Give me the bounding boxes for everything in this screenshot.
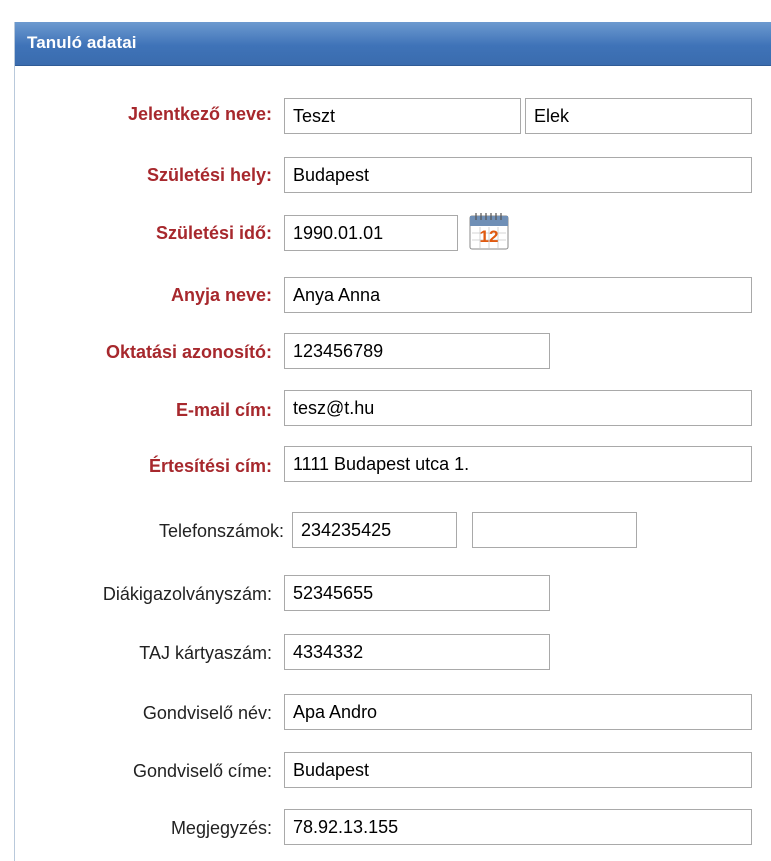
applicant-last-name-input[interactable]: Elek <box>525 98 752 134</box>
student-data-panel: Tanuló adatai <box>14 22 771 861</box>
note-input[interactable]: 78.92.13.155 <box>284 809 752 845</box>
mother-name-label: Anyja neve: <box>170 285 272 305</box>
phone-number-2-input[interactable] <box>472 512 637 548</box>
note-label: Megjegyzés: <box>170 818 272 838</box>
education-id-label: Oktatási azonosító: <box>105 342 272 362</box>
notification-address-input[interactable]: 1111 Budapest utca 1. <box>284 446 752 482</box>
panel-header: Tanuló adatai <box>15 22 771 66</box>
birth-date-label: Születési idő: <box>155 223 272 243</box>
birth-date-input[interactable]: 1990.01.01 <box>284 215 458 251</box>
student-card-label: Diákigazolványszám: <box>102 584 272 604</box>
email-label: E-mail cím: <box>175 400 272 420</box>
birth-place-label: Születési hely: <box>146 165 272 185</box>
taj-card-label: TAJ kártyaszám: <box>139 643 272 663</box>
panel-title: Tanuló adatai <box>27 33 137 52</box>
email-input[interactable]: tesz@t.hu <box>284 390 752 426</box>
guardian-name-input[interactable]: Apa Andro <box>284 694 752 730</box>
guardian-address-input[interactable]: Budapest <box>284 752 752 788</box>
taj-card-input[interactable]: 4334332 <box>284 634 550 670</box>
guardian-name-label: Gondviselő név: <box>142 703 272 723</box>
mother-name-input[interactable]: Anya Anna <box>284 277 752 313</box>
guardian-address-label: Gondviselő címe: <box>132 761 272 781</box>
calendar-icon[interactable]: 12 <box>468 211 510 251</box>
applicant-name-label: Jelentkező neve: <box>127 104 272 124</box>
student-card-input[interactable]: 52345655 <box>284 575 550 611</box>
applicant-first-name-input[interactable]: Teszt <box>284 98 521 134</box>
phone-number-1-input[interactable]: 234235425 <box>292 512 457 548</box>
phone-numbers-label: Telefonszámok: <box>158 521 284 541</box>
education-id-input[interactable]: 123456789 <box>284 333 550 369</box>
calendar-day-text: 12 <box>480 227 499 246</box>
notification-address-label: Értesítési cím: <box>148 456 272 476</box>
birth-place-input[interactable]: Budapest <box>284 157 752 193</box>
